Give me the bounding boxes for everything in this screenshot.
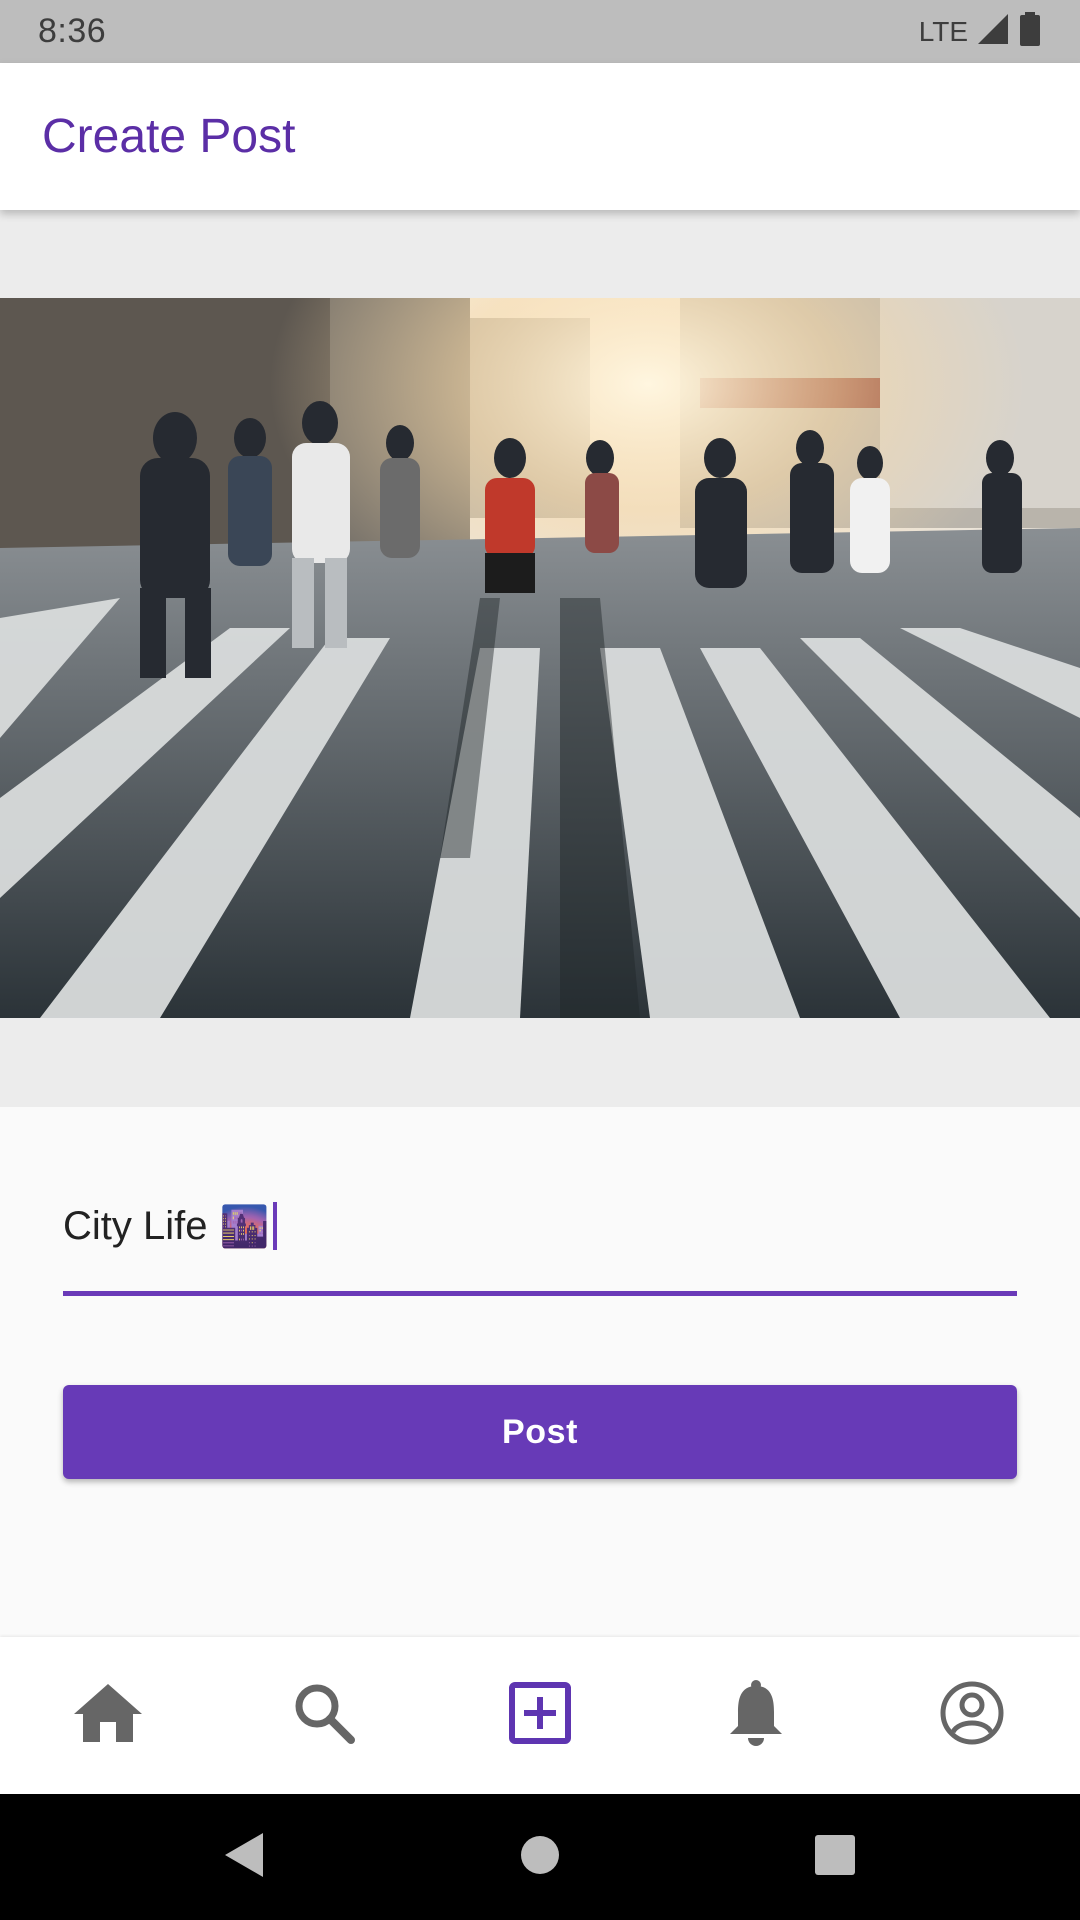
bell-icon: [728, 1680, 784, 1751]
cityscape-emoji-icon: 🌆: [219, 1204, 270, 1249]
system-recents-button[interactable]: [775, 1797, 895, 1917]
nav-create-post[interactable]: [480, 1656, 600, 1776]
search-icon: [293, 1682, 355, 1749]
post-button[interactable]: Post: [63, 1385, 1017, 1479]
caption-text: City Life: [63, 1203, 208, 1248]
caption-underline: [63, 1291, 1017, 1296]
status-time: 8:36: [38, 12, 107, 50]
page-title: Create Post: [42, 110, 296, 163]
nav-notifications[interactable]: [696, 1656, 816, 1776]
add-post-icon: [509, 1682, 571, 1749]
system-home-button[interactable]: [480, 1797, 600, 1917]
nav-home[interactable]: [48, 1656, 168, 1776]
home-circle-icon: [520, 1835, 560, 1880]
nav-search[interactable]: [264, 1656, 384, 1776]
text-cursor: [273, 1202, 278, 1250]
system-back-button[interactable]: [185, 1797, 305, 1917]
caption-value-row[interactable]: City Life 🌆: [63, 1202, 278, 1250]
battery-icon: [1018, 11, 1042, 52]
signal-icon: [976, 12, 1010, 51]
system-navigation-bar: [0, 1794, 1080, 1920]
city-crosswalk-photo: [0, 298, 1080, 1018]
status-icons: LTE: [919, 11, 1042, 52]
recents-square-icon: [815, 1834, 855, 1880]
back-triangle-icon: [225, 1832, 265, 1882]
home-icon: [74, 1684, 142, 1747]
bottom-navigation: [0, 1637, 1080, 1794]
account-icon: [939, 1680, 1005, 1751]
status-bar: 8:36 LTE: [0, 0, 1080, 63]
nav-profile[interactable]: [912, 1656, 1032, 1776]
network-label: LTE: [918, 15, 968, 47]
caption-input[interactable]: City Life 🌆: [63, 1180, 1017, 1298]
photo-preview-area: [0, 210, 1080, 1107]
app-bar: Create Post: [0, 63, 1080, 210]
